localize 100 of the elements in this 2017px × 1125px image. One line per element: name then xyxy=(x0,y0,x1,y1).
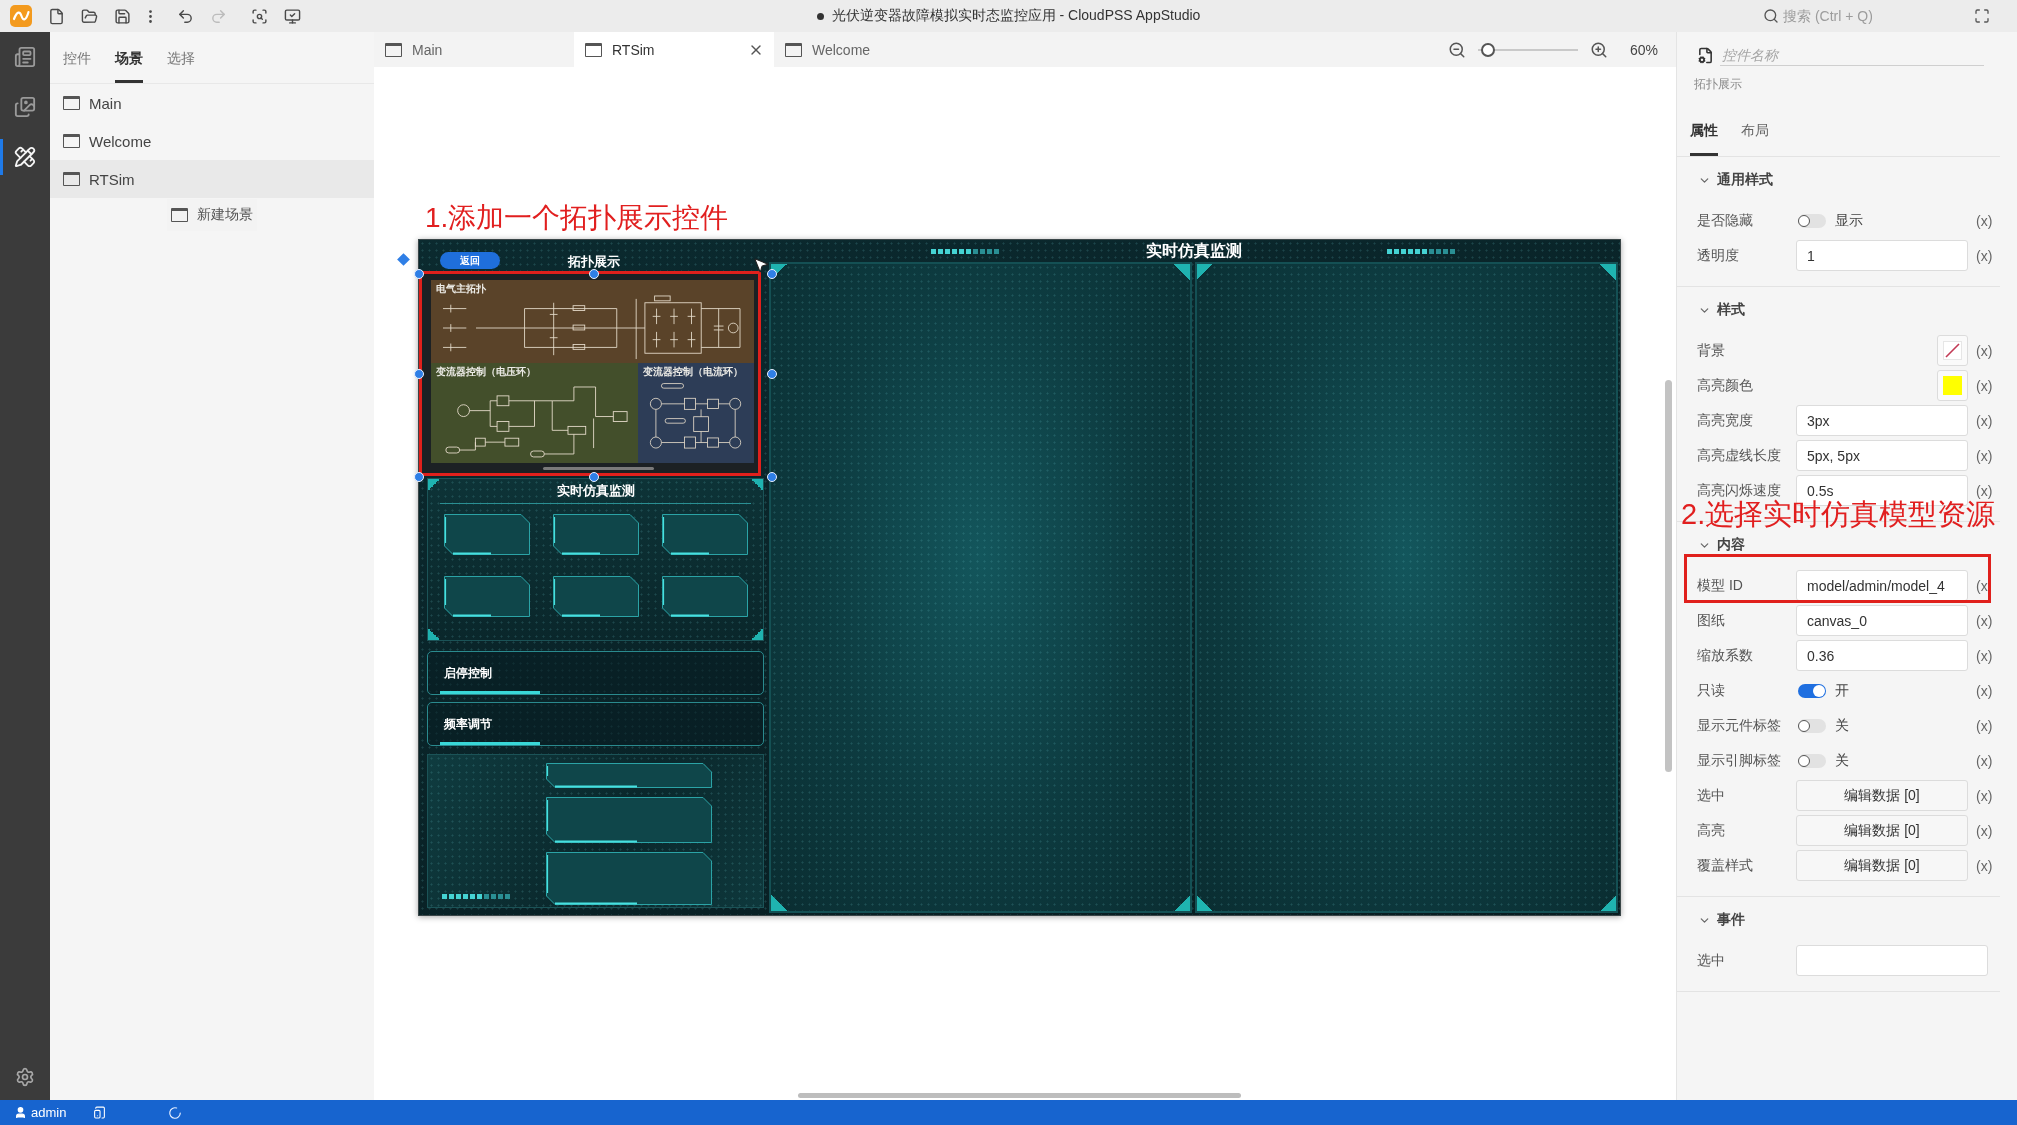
expression-button[interactable]: (x) xyxy=(1976,822,1993,839)
edit-data-button[interactable]: 编辑数据 [0] xyxy=(1796,780,1968,811)
text-field[interactable] xyxy=(1796,945,1988,976)
scene-item[interactable]: Welcome xyxy=(50,122,374,160)
tab-label: Main xyxy=(412,41,444,58)
resize-handle[interactable] xyxy=(414,269,424,279)
dash-row-icon xyxy=(1386,248,1457,254)
property-label: 模型 ID xyxy=(1697,576,1744,595)
text-field[interactable]: 5px, 5px xyxy=(1796,440,1968,471)
expression-button[interactable]: (x) xyxy=(1976,447,1993,464)
color-picker-button[interactable] xyxy=(1937,335,1968,366)
zoom-in-icon[interactable] xyxy=(1589,40,1608,59)
text-field[interactable]: model/admin/model_4 xyxy=(1796,570,1968,601)
resize-handle[interactable] xyxy=(589,269,599,279)
section-title: 内容 xyxy=(1717,536,1745,554)
toggle-switch[interactable] xyxy=(1798,683,1826,698)
window-icon xyxy=(171,208,188,222)
expression-button[interactable]: (x) xyxy=(1976,212,1993,229)
settings-icon[interactable] xyxy=(15,1067,35,1087)
spinner-icon xyxy=(168,1105,183,1120)
editor-tab[interactable]: Welcome xyxy=(774,32,974,67)
switch-text: 开 xyxy=(1835,681,1849,700)
expression-button[interactable]: (x) xyxy=(1976,787,1993,804)
no-color-icon xyxy=(1943,341,1962,360)
back-button[interactable]: 返回 xyxy=(440,252,500,269)
images-icon[interactable] xyxy=(14,96,36,118)
window-title: 光伏逆变器故障模拟实时态监控应用 - CloudPSS AppStudio xyxy=(831,7,1201,25)
name-field[interactable]: 控件名称 xyxy=(1720,44,1984,66)
property-label: 是否隐藏 xyxy=(1697,211,1754,230)
resize-handle[interactable] xyxy=(767,269,777,279)
panel-tab[interactable]: 选择 xyxy=(167,33,195,83)
expression-button[interactable]: (x) xyxy=(1976,612,1993,629)
expression-button[interactable]: (x) xyxy=(1976,342,1993,359)
panel-tab[interactable]: 场景 xyxy=(115,33,143,83)
topology-widget[interactable]: 电气主拓扑 变流器控制（电压环） 变流器控制（电流环） xyxy=(419,271,761,476)
search-field[interactable]: 搜索 (Ctrl + Q) xyxy=(1783,5,1933,27)
editor-tab[interactable]: Main xyxy=(374,32,574,67)
slider-thumb[interactable] xyxy=(1480,42,1495,57)
pencil-ruler-icon[interactable] xyxy=(14,146,36,168)
anchor-handle[interactable] xyxy=(397,253,410,266)
switch-text: 显示 xyxy=(1835,211,1863,230)
search-icon[interactable] xyxy=(1763,8,1779,24)
zoom-out-icon[interactable] xyxy=(1447,40,1466,59)
toggle-switch[interactable] xyxy=(1798,753,1826,768)
panel-tab[interactable]: 控件 xyxy=(63,33,91,83)
toggle-switch[interactable] xyxy=(1798,213,1826,228)
region-label: 变流器控制（电压环） xyxy=(436,366,536,378)
section-title: 样式 xyxy=(1717,301,1745,319)
window-icon xyxy=(585,42,602,57)
resize-handle[interactable] xyxy=(414,369,424,379)
resize-handle[interactable] xyxy=(767,472,777,482)
scene-item[interactable]: Main xyxy=(50,84,374,122)
expression-button[interactable]: (x) xyxy=(1976,857,1993,874)
resize-handle[interactable] xyxy=(767,369,777,379)
edit-data-button[interactable]: 编辑数据 [0] xyxy=(1796,815,1968,846)
expression-button[interactable]: (x) xyxy=(1976,682,1993,699)
expression-button[interactable]: (x) xyxy=(1976,647,1993,664)
color-picker-button[interactable] xyxy=(1937,370,1968,401)
section-title: 事件 xyxy=(1717,911,1745,929)
expression-button[interactable]: (x) xyxy=(1976,752,1993,769)
text-field[interactable]: 1 xyxy=(1796,240,1968,271)
user-name[interactable]: admin xyxy=(31,1105,67,1120)
property-label: 高亮虚线长度 xyxy=(1697,446,1782,465)
scrollbar-thumb[interactable] xyxy=(542,467,654,470)
property-tab[interactable]: 属性 xyxy=(1690,122,1718,156)
expression-button[interactable]: (x xyxy=(1976,577,1988,594)
editor-tab[interactable]: RTSim xyxy=(574,32,774,67)
text-field[interactable]: canvas_0 xyxy=(1796,605,1968,636)
resize-handle[interactable] xyxy=(414,472,424,482)
expression-button[interactable]: (x) xyxy=(1976,717,1993,734)
zoom-frame-icon[interactable] xyxy=(251,7,268,25)
horizontal-scrollbar[interactable] xyxy=(798,1093,1241,1098)
toggle-switch[interactable] xyxy=(1798,718,1826,733)
text-field[interactable]: 0.36 xyxy=(1796,640,1968,671)
expression-button[interactable]: (x) xyxy=(1976,377,1993,394)
text-field[interactable]: 3px xyxy=(1796,405,1968,436)
file-icon[interactable] xyxy=(48,7,65,25)
property-tab[interactable]: 布局 xyxy=(1741,122,1769,156)
region-label: 电气主拓扑 xyxy=(436,283,486,295)
control-header: 启停控制 xyxy=(427,651,764,695)
expression-button[interactable]: (x) xyxy=(1976,482,1993,499)
fullscreen-icon[interactable] xyxy=(1974,8,1990,24)
folder-icon[interactable] xyxy=(81,7,98,25)
undo-icon[interactable] xyxy=(177,7,194,25)
scene-item[interactable]: RTSim xyxy=(50,160,374,198)
expression-button[interactable]: (x) xyxy=(1976,247,1993,264)
section-title: 通用样式 xyxy=(1717,171,1773,189)
panel-title: 拓扑展示 xyxy=(568,254,620,269)
newspaper-icon[interactable] xyxy=(14,46,36,68)
region-label: 变流器控制（电流环） xyxy=(643,366,743,378)
vertical-scrollbar[interactable] xyxy=(1665,380,1672,772)
device-icon[interactable] xyxy=(93,1106,107,1119)
monitor-check-icon[interactable] xyxy=(284,7,301,25)
tab-label: Welcome xyxy=(812,41,872,58)
resize-handle[interactable] xyxy=(589,472,599,482)
save-icon[interactable] xyxy=(114,7,131,25)
window-icon xyxy=(63,96,80,110)
edit-data-button[interactable]: 编辑数据 [0] xyxy=(1796,850,1968,881)
window-icon xyxy=(785,42,802,57)
expression-button[interactable]: (x) xyxy=(1976,412,1993,429)
